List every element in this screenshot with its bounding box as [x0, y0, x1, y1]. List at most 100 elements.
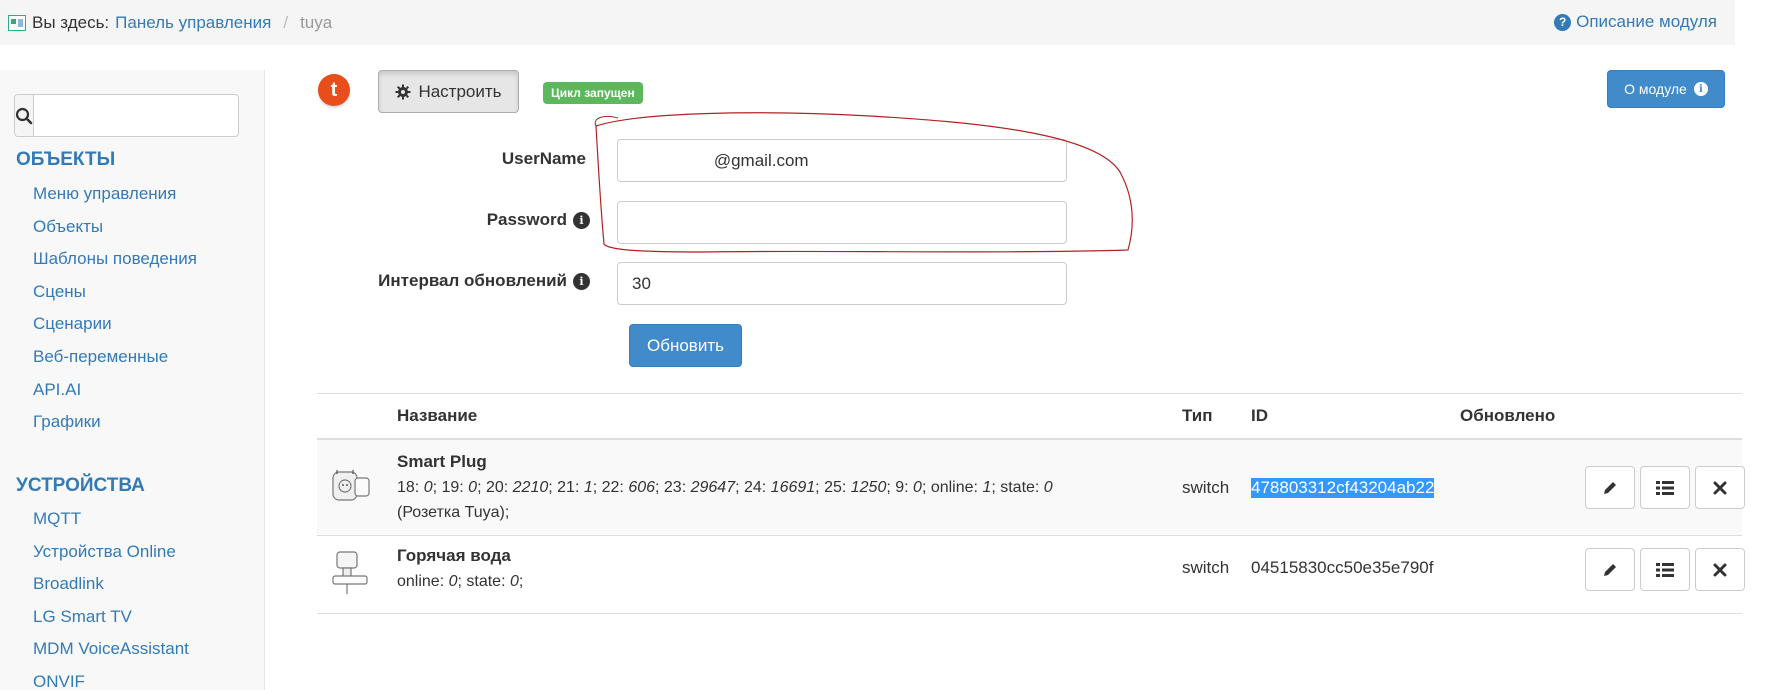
configure-label: Настроить [418, 81, 502, 101]
device-properties: 18: 0; 19: 0; 20: 2210; 21: 1; 22: 606; … [397, 479, 1053, 521]
prop-value: 0 [1043, 479, 1053, 496]
info-icon: i [1693, 82, 1708, 96]
sidebar-item: Шаблоны поведения [33, 243, 197, 276]
sidebar-item: Сценарии [33, 308, 197, 341]
info-icon: i [573, 272, 590, 290]
sidebar-item: Графики [33, 406, 197, 439]
sidebar-item-link[interactable]: Меню управления [33, 184, 176, 203]
sidebar-item: API.AI [33, 374, 197, 407]
sidebar-item: Меню управления [33, 178, 197, 211]
device-name: Горячая вода [397, 546, 511, 565]
sidebar-section-devices: УСТРОЙСТВА [16, 475, 145, 496]
prop-key: 18 [397, 479, 415, 496]
password-input[interactable] [617, 201, 1067, 244]
sidebar-item-link[interactable]: Устройства Online [33, 542, 176, 561]
breadcrumb-separator: / [283, 12, 289, 32]
prop-value: 0 [913, 479, 922, 496]
interval-input[interactable] [617, 262, 1067, 305]
sidebar-item-link[interactable]: Сцены [33, 282, 86, 301]
sidebar-list-objects: Меню управления Объекты Шаблоны поведени… [33, 178, 197, 439]
sidebar-list-devices: MQTT Устройства Online Broadlink LG Smar… [33, 503, 189, 690]
sidebar-item: Broadlink [33, 568, 189, 601]
about-module-label: О модуле [1624, 81, 1687, 97]
password-label: Password i [400, 209, 590, 231]
password-label-text: Password [486, 210, 567, 229]
prop-value: 1 [583, 479, 593, 496]
search-button[interactable] [15, 95, 34, 136]
device-type: switch [1182, 558, 1230, 577]
devices-table-header: Название Тип ID Обновлено [317, 393, 1742, 440]
table-row: Smart Plug 18: 0; 19: 0; 20: 2210; 21: 1… [317, 440, 1745, 536]
prop-suffix: (Розетка Tuya); [397, 504, 510, 521]
prop-key: 25 [824, 479, 842, 496]
breadcrumb-home-link[interactable]: Панель управления [115, 13, 271, 33]
device-properties: online: 0; state: 0; [397, 573, 524, 590]
prop-value: 2210 [512, 479, 549, 496]
prop-value: 0 [423, 479, 433, 496]
about-module-button[interactable]: О модуле i [1607, 70, 1725, 108]
prop-key: 22 [601, 479, 620, 496]
prop-value: 16691 [770, 479, 816, 496]
sidebar-item: Веб-переменные [33, 341, 197, 374]
sidebar-item-link[interactable]: Сценарии [33, 314, 112, 333]
prop-value: 0 [448, 573, 458, 590]
prop-key: 9 [895, 479, 905, 496]
prop-value: 1250 [850, 479, 887, 496]
username-label-text: UserName [501, 149, 586, 168]
sidebar-item: LG Smart TV [33, 601, 189, 634]
edit-button[interactable] [1585, 466, 1635, 509]
breadcrumb-label: Вы здесь: [32, 12, 110, 32]
gear-icon [395, 84, 411, 99]
sidebar-item-link[interactable]: API.AI [33, 380, 81, 399]
column-header-updated: Обновлено [1460, 406, 1556, 425]
prop-value: 0 [509, 573, 519, 590]
info-icon: i [573, 211, 590, 229]
question-icon: ? [1554, 13, 1572, 31]
pencil-icon [1604, 563, 1616, 576]
sidebar-item: MDM VoiceAssistant [33, 633, 189, 666]
properties-button[interactable] [1640, 548, 1690, 591]
sidebar-item: ONVIF [33, 666, 189, 690]
sidebar-item-link[interactable]: Шаблоны поведения [33, 249, 197, 268]
module-help-label: Описание модуля [1576, 12, 1717, 31]
prop-key: online [397, 573, 440, 590]
breadcrumb-current: tuya [300, 12, 333, 32]
sidebar-item-link[interactable]: Веб-переменные [33, 347, 168, 366]
device-id[interactable]: 478803312cf43204ab22 [1251, 478, 1435, 498]
water-valve-device-icon [332, 551, 368, 594]
close-icon [1713, 481, 1727, 494]
username-input[interactable] [617, 139, 1067, 182]
sidebar-section-objects: ОБЪЕКТЫ [16, 149, 116, 170]
module-help-link[interactable]: ? Описание модуля [1554, 12, 1717, 32]
prop-value: 0 [468, 479, 478, 496]
sidebar-item-link[interactable]: MQTT [33, 509, 81, 528]
sidebar-item-link[interactable]: Графики [33, 412, 101, 431]
column-header-name: Название [397, 406, 478, 425]
sidebar-item-link[interactable]: Объекты [33, 217, 103, 236]
sidebar-item-link[interactable]: MDM VoiceAssistant [33, 639, 189, 658]
sidebar-item-link[interactable]: Broadlink [33, 574, 104, 593]
edit-button[interactable] [1585, 548, 1635, 591]
device-name: Smart Plug [397, 452, 487, 471]
sidebar-item-link[interactable]: ONVIF [33, 672, 85, 690]
configure-button[interactable]: Настроить [378, 70, 519, 113]
interval-label-text: Интервал обновлений [378, 271, 567, 290]
prop-key: 24 [743, 479, 762, 496]
table-row: Горячая вода online: 0; state: 0; switch… [317, 536, 1745, 614]
prop-value: 29647 [690, 479, 736, 496]
prop-key: 19 [441, 479, 460, 496]
update-button[interactable]: Обновить [629, 324, 742, 367]
status-badge: Цикл запущен [543, 82, 643, 104]
sidebar-item-link[interactable]: LG Smart TV [33, 607, 132, 626]
delete-button[interactable] [1695, 548, 1745, 591]
delete-button[interactable] [1695, 466, 1745, 509]
device-id: 04515830cc50e35e790f [1251, 558, 1434, 577]
device-type: switch [1182, 478, 1230, 497]
username-label: UserName [400, 148, 586, 170]
pencil-icon [1604, 481, 1616, 494]
search-input[interactable] [34, 95, 249, 136]
smart-plug-device-icon [332, 470, 370, 501]
sidebar: ОБЪЕКТЫ Меню управления Объекты Шаблоны … [0, 70, 265, 690]
sidebar-item: Устройства Online [33, 536, 189, 569]
properties-button[interactable] [1640, 466, 1690, 509]
